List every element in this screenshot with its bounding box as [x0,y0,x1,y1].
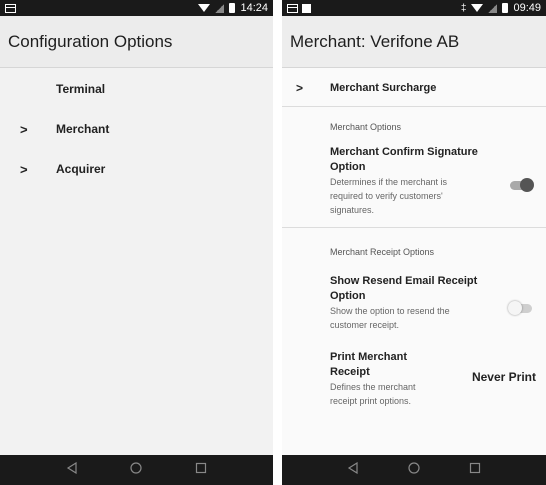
section-header-merchant-options: Merchant Options [330,122,402,132]
setting-title: Show Resend Email Receipt [330,275,478,287]
list-item-acquirer[interactable]: > Acquirer [0,149,273,189]
setting-confirm-signature[interactable]: Merchant Confirm Signature Option Determ… [282,145,546,217]
setting-print-merchant-receipt[interactable]: Print Merchant Receipt Defines the merch… [282,350,546,408]
list-item-label: Acquirer [56,162,106,176]
app-bar: Configuration Options [0,16,273,68]
list-item-label: Merchant [56,122,110,136]
chevron-right-icon: > [296,80,304,95]
setting-description: required to verify customers' [330,191,443,201]
setting-resend-email[interactable]: Show Resend Email Receipt Option Show th… [282,274,546,332]
wifi-icon [198,4,211,12]
navigation-bar [0,455,273,485]
chevron-right-icon: > [20,121,28,137]
no-signal-icon [215,3,225,13]
setting-description: signatures. [330,205,375,215]
print-receipt-value[interactable]: Never Print [472,370,536,384]
setting-title: Merchant Confirm Signature [330,146,478,158]
confirm-signature-toggle[interactable] [510,178,534,192]
wifi-icon [471,4,484,12]
message-icon [287,3,298,13]
list-item-merchant[interactable]: > Merchant [0,109,273,149]
back-icon[interactable] [66,461,78,479]
list-item-merchant-surcharge[interactable]: > Merchant Surcharge [282,69,546,107]
vibrate-icon: ‡ [460,2,467,14]
battery-icon [229,3,236,13]
setting-title: Print Merchant [330,351,408,363]
page-title: Configuration Options [8,31,173,51]
setting-description: Show the option to resend the [330,306,450,316]
battery-icon [502,3,509,13]
app-bar: Merchant: Verifone AB [282,16,546,68]
status-time: 14:24 [240,2,268,14]
recent-apps-icon[interactable] [195,461,207,479]
setting-description: Determines if the merchant is [330,177,448,187]
toggle-knob [520,178,534,192]
setting-title: Option [330,290,366,302]
back-icon[interactable] [347,461,359,479]
page-title: Merchant: Verifone AB [290,31,460,51]
message-icon [5,3,16,13]
setting-description: receipt print options. [330,396,412,406]
toggle-knob [508,301,522,315]
settings-content: > Merchant Surcharge Merchant Options Me… [282,69,546,455]
no-signal-icon [488,3,498,13]
right-screen: ‡ 09:49 Merchant: Verifone AB > Merchant… [282,0,546,485]
list-item-terminal[interactable]: Terminal [0,69,273,109]
recent-apps-icon[interactable] [469,461,481,479]
chevron-right-icon: > [20,161,28,177]
resend-email-toggle[interactable] [508,301,532,315]
status-bar: 14:24 [0,0,273,16]
list-item-label: Merchant Surcharge [330,81,437,94]
home-icon[interactable] [130,461,143,479]
navigation-bar [282,455,546,485]
divider [282,227,546,228]
setting-description: customer receipt. [330,320,400,330]
status-bar: ‡ 09:49 [282,0,546,16]
image-icon [302,3,311,13]
setting-title: Option [330,161,366,173]
list-item-label: Terminal [56,82,106,96]
home-icon[interactable] [408,461,420,479]
status-time: 09:49 [513,2,541,14]
options-list: Terminal > Merchant > Acquirer [0,69,273,189]
left-screen: 14:24 Configuration Options Terminal > M… [0,0,273,485]
section-header-receipt-options: Merchant Receipt Options [330,247,435,257]
